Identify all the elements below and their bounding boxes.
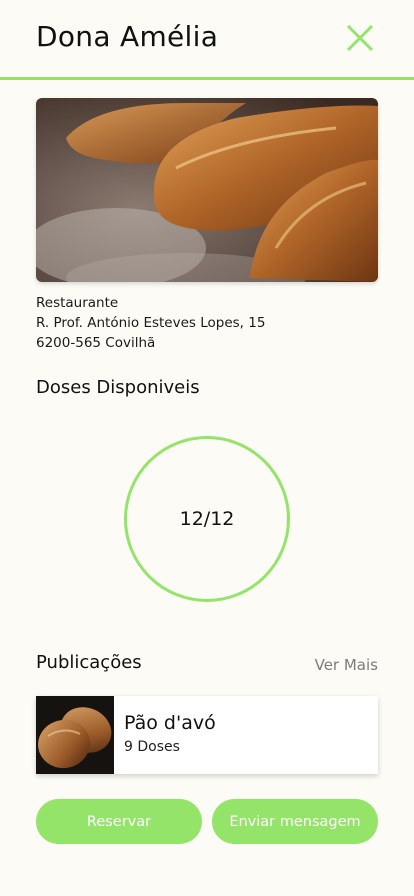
address-line-2: 6200-565 Covilhã — [36, 335, 156, 351]
restaurant-info: Restaurante R. Prof. António Esteves Lop… — [36, 293, 265, 353]
reserve-button[interactable]: Reservar — [36, 799, 202, 844]
header: Dona Amélia — [0, 0, 414, 80]
publication-name: Pão d'avó — [124, 712, 216, 734]
doses-count: 12/12 — [179, 508, 235, 530]
restaurant-category: Restaurante — [36, 295, 119, 311]
send-message-button[interactable]: Enviar mensagem — [212, 799, 378, 844]
doses-section-title: Doses Disponiveis — [36, 377, 200, 398]
restaurant-photo — [36, 98, 378, 282]
see-more-link[interactable]: Ver Mais — [315, 656, 378, 674]
close-icon — [346, 24, 374, 52]
bread-photo-image — [36, 98, 378, 282]
close-button[interactable] — [340, 20, 380, 60]
publication-doses: 9 Doses — [124, 739, 180, 755]
address-line-1: R. Prof. António Esteves Lopes, 15 — [36, 315, 266, 331]
doses-counter-circle: 12/12 — [124, 436, 290, 602]
publications-section-title: Publicações — [36, 652, 142, 673]
page-title: Dona Amélia — [36, 20, 219, 53]
publication-thumbnail — [36, 696, 114, 774]
publication-card[interactable]: Pão d'avó 9 Doses — [36, 696, 378, 774]
